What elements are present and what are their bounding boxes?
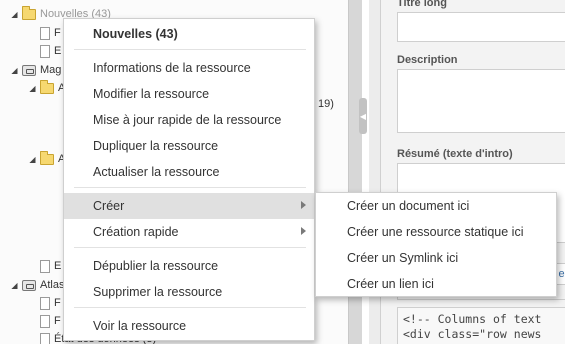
menu-item-dupliquer[interactable]: Dupliquer la ressource (64, 133, 314, 159)
titre-long-input[interactable] (397, 12, 565, 42)
tree-node-folder[interactable]: ◢ A (28, 79, 65, 96)
document-icon (40, 259, 50, 273)
submenu-arrow-icon (301, 227, 306, 235)
tree-node-label: F (54, 315, 61, 327)
description-label: Description (397, 54, 458, 66)
chevron-left-icon: ◀ (359, 111, 367, 121)
tree-node-count: 19) (318, 96, 334, 112)
tree-node-label: Atlas (40, 279, 65, 291)
submenu-item-symlink[interactable]: Créer un Symlink ici (316, 245, 556, 271)
folder-icon (40, 79, 54, 94)
code-line: <!-- Columns of text (403, 312, 542, 326)
menu-item-supprimer[interactable]: Supprimer la ressource (64, 279, 314, 305)
resume-label: Résumé (texte d'intro) (397, 148, 513, 160)
submenu-arrow-icon (301, 201, 306, 209)
menu-item-actualiser[interactable]: Actualiser la ressource (64, 159, 314, 185)
menu-item-creer[interactable]: Créer (64, 193, 314, 219)
collapse-arrow-icon[interactable]: ◢ (10, 10, 19, 19)
manager-window: ◢ Nouvelles (43) F E ◢ Mag ◢ A 19) ◢ A E… (0, 0, 565, 344)
tree-node[interactable]: F (40, 295, 61, 311)
menu-separator (74, 247, 306, 248)
context-icon (22, 64, 36, 76)
submenu-item-ressource-statique[interactable]: Créer une ressource statique ici (316, 219, 556, 245)
tree-node-context[interactable]: ◢ Atlas (10, 277, 64, 293)
document-icon (40, 314, 50, 328)
submenu-item-lien[interactable]: Créer un lien ici (316, 271, 556, 297)
tree-node[interactable]: E (40, 258, 61, 274)
tree-node-label: Mag (40, 64, 62, 76)
tree-node-label: E (54, 45, 62, 57)
collapse-panel-handle[interactable]: ◀ (359, 98, 367, 134)
document-icon (40, 26, 50, 40)
context-menu: Nouvelles (43) Informations de la ressou… (63, 18, 315, 341)
folder-icon (22, 5, 36, 20)
menu-item-depublier[interactable]: Dépublier la ressource (64, 253, 314, 279)
tree-node-label: E (54, 260, 62, 272)
context-icon (22, 279, 36, 291)
menu-separator (74, 187, 306, 188)
collapse-arrow-icon[interactable]: ◢ (10, 66, 19, 75)
collapse-arrow-icon[interactable]: ◢ (10, 281, 19, 290)
menu-item-informations[interactable]: Informations de la ressource (64, 55, 314, 81)
content-code-editor[interactable]: <!-- Columns of text <div class="row news (397, 307, 565, 344)
document-icon (40, 332, 50, 344)
tree-node-label: F (54, 297, 61, 309)
menu-item-creation-rapide[interactable]: Création rapide (64, 219, 314, 245)
code-line: <div class="row news (403, 327, 542, 341)
document-icon (40, 44, 50, 58)
editor-toggle-label: e (558, 268, 565, 280)
menu-separator (74, 307, 306, 308)
menu-item-label: Créer (93, 199, 125, 213)
titre-long-label: Titre long (397, 0, 447, 9)
menu-item-label: Création rapide (93, 225, 179, 239)
collapse-arrow-icon[interactable]: ◢ (28, 155, 37, 164)
menu-item-voir[interactable]: Voir la ressource (64, 313, 314, 339)
tree-node-folder[interactable]: ◢ A (28, 150, 65, 167)
submenu-item-document[interactable]: Créer un document ici (316, 193, 556, 219)
tree-node-label: F (54, 27, 61, 39)
context-menu-title: Nouvelles (43) (93, 27, 178, 41)
tree-node-context[interactable]: ◢ Mag (10, 62, 61, 78)
description-textarea[interactable] (397, 69, 565, 133)
folder-icon (40, 150, 54, 165)
menu-item-modifier[interactable]: Modifier la ressource (64, 81, 314, 107)
tree-node-count-label: 19) (318, 98, 334, 110)
create-submenu: Créer un document ici Créer une ressourc… (315, 192, 557, 297)
tree-node[interactable]: E (40, 43, 61, 59)
tree-node[interactable]: F (40, 313, 61, 329)
tree-node[interactable]: F (40, 25, 61, 41)
document-icon (40, 296, 50, 310)
menu-separator (74, 49, 306, 50)
menu-item-mise-a-jour-rapide[interactable]: Mise à jour rapide de la ressource (64, 107, 314, 133)
collapse-arrow-icon[interactable]: ◢ (28, 84, 37, 93)
